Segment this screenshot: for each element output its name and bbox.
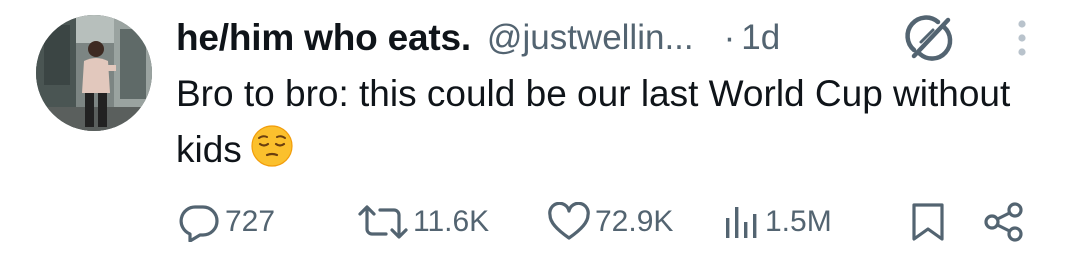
repost-icon [358, 205, 408, 239]
views-count: 1.5M [765, 205, 832, 238]
views-icon [726, 207, 757, 238]
user-handle[interactable]: @justwellin... [487, 18, 694, 58]
like-button[interactable]: 72.9K [546, 196, 673, 248]
bookmark-button[interactable] [908, 196, 948, 248]
reply-icon [179, 205, 219, 242]
tweet-header: he/him who eats. @justwellin... · 1d [176, 10, 780, 66]
avatar[interactable] [36, 15, 152, 131]
grok-icon[interactable] [904, 14, 954, 62]
display-name[interactable]: he/him who eats. [176, 17, 471, 59]
tweet[interactable]: he/him who eats. @justwellin... · 1d Bro… [0, 0, 1080, 266]
views-button[interactable]: 1.5M [722, 196, 832, 248]
more-options-icon[interactable] [1010, 16, 1034, 60]
repost-button[interactable]: 11.6K [356, 196, 489, 248]
like-count: 72.9K [595, 205, 674, 238]
reply-count: 727 [225, 205, 276, 238]
separator-dot: · [723, 18, 736, 57]
tweet-text: Bro to bro: this could be our last World… [176, 66, 1036, 178]
share-button[interactable] [982, 196, 1026, 248]
pensive-face-emoji-icon [251, 125, 293, 167]
repost-count: 11.6K [413, 205, 490, 238]
bookmark-icon [912, 203, 944, 241]
tweet-text-content: Bro to bro: this could be our last World… [176, 73, 1011, 170]
share-icon [984, 202, 1023, 242]
reply-button[interactable]: 727 [176, 196, 275, 248]
timestamp[interactable]: 1d [741, 18, 780, 58]
like-icon [548, 202, 590, 240]
profile-photo-icon [36, 15, 152, 131]
action-bar: 727 11.6K 72.9K 1.5M [176, 196, 1036, 248]
